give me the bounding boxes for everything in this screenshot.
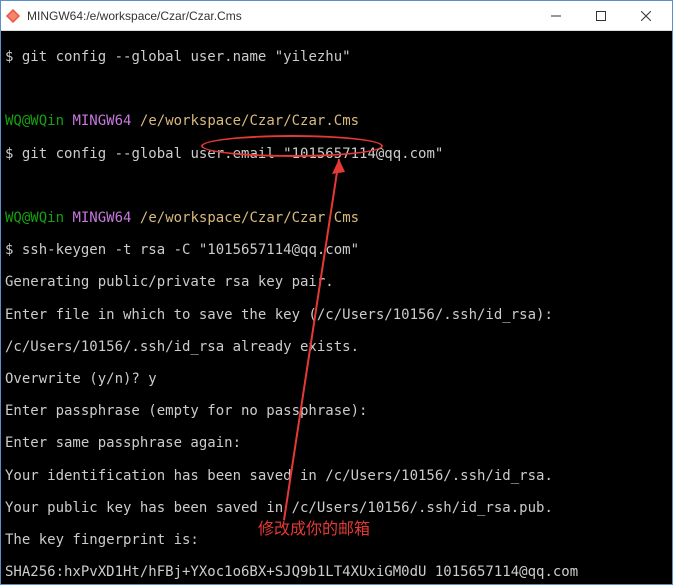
output-line: The key fingerprint is: [5,532,668,548]
prompt-dollar: $ [5,49,13,65]
prompt-env: MINGW64 [72,113,131,129]
output-line: Enter passphrase (empty for no passphras… [5,403,668,419]
close-button[interactable] [623,2,668,30]
output-line: Overwrite (y/n)? y [5,371,668,387]
output-line: SHA256:hxPvXD1Ht/hFBj+YXoc1o6BX+SJQ9b1LT… [5,564,668,580]
output-line: Your identification has been saved in /c… [5,468,668,484]
output-line: Enter same passphrase again: [5,435,668,451]
command-text: git config --global user.name "yilezhu" [22,49,351,65]
minimize-button[interactable] [533,2,578,30]
prompt-path: /e/workspace/Czar/Czar.Cms [140,113,359,129]
prompt-userhost: WQ@WQin [5,113,64,129]
output-line: /c/Users/10156/.ssh/id_rsa already exist… [5,339,668,355]
prompt-env: MINGW64 [72,210,131,226]
prompt-path: /e/workspace/Czar/Czar.Cms [140,210,359,226]
prompt-userhost: WQ@WQin [5,210,64,226]
terminal-window: MINGW64:/e/workspace/Czar/Czar.Cms $ git… [0,0,673,585]
output-line: Enter file in which to save the key (/c/… [5,307,668,323]
prompt-dollar: $ [5,242,13,258]
maximize-button[interactable] [578,2,623,30]
command-text: ssh-keygen -t rsa -C "1015657114@qq.com" [22,242,359,258]
terminal-body[interactable]: $ git config --global user.name "yilezhu… [1,31,672,584]
output-line: Your public key has been saved in /c/Use… [5,500,668,516]
app-icon [5,8,21,24]
prompt-dollar: $ [5,146,13,162]
window-title: MINGW64:/e/workspace/Czar/Czar.Cms [27,9,533,23]
window-controls [533,2,668,30]
command-text: git config --global user.email "10156571… [22,146,443,162]
titlebar[interactable]: MINGW64:/e/workspace/Czar/Czar.Cms [1,1,672,31]
output-line: Generating public/private rsa key pair. [5,274,668,290]
